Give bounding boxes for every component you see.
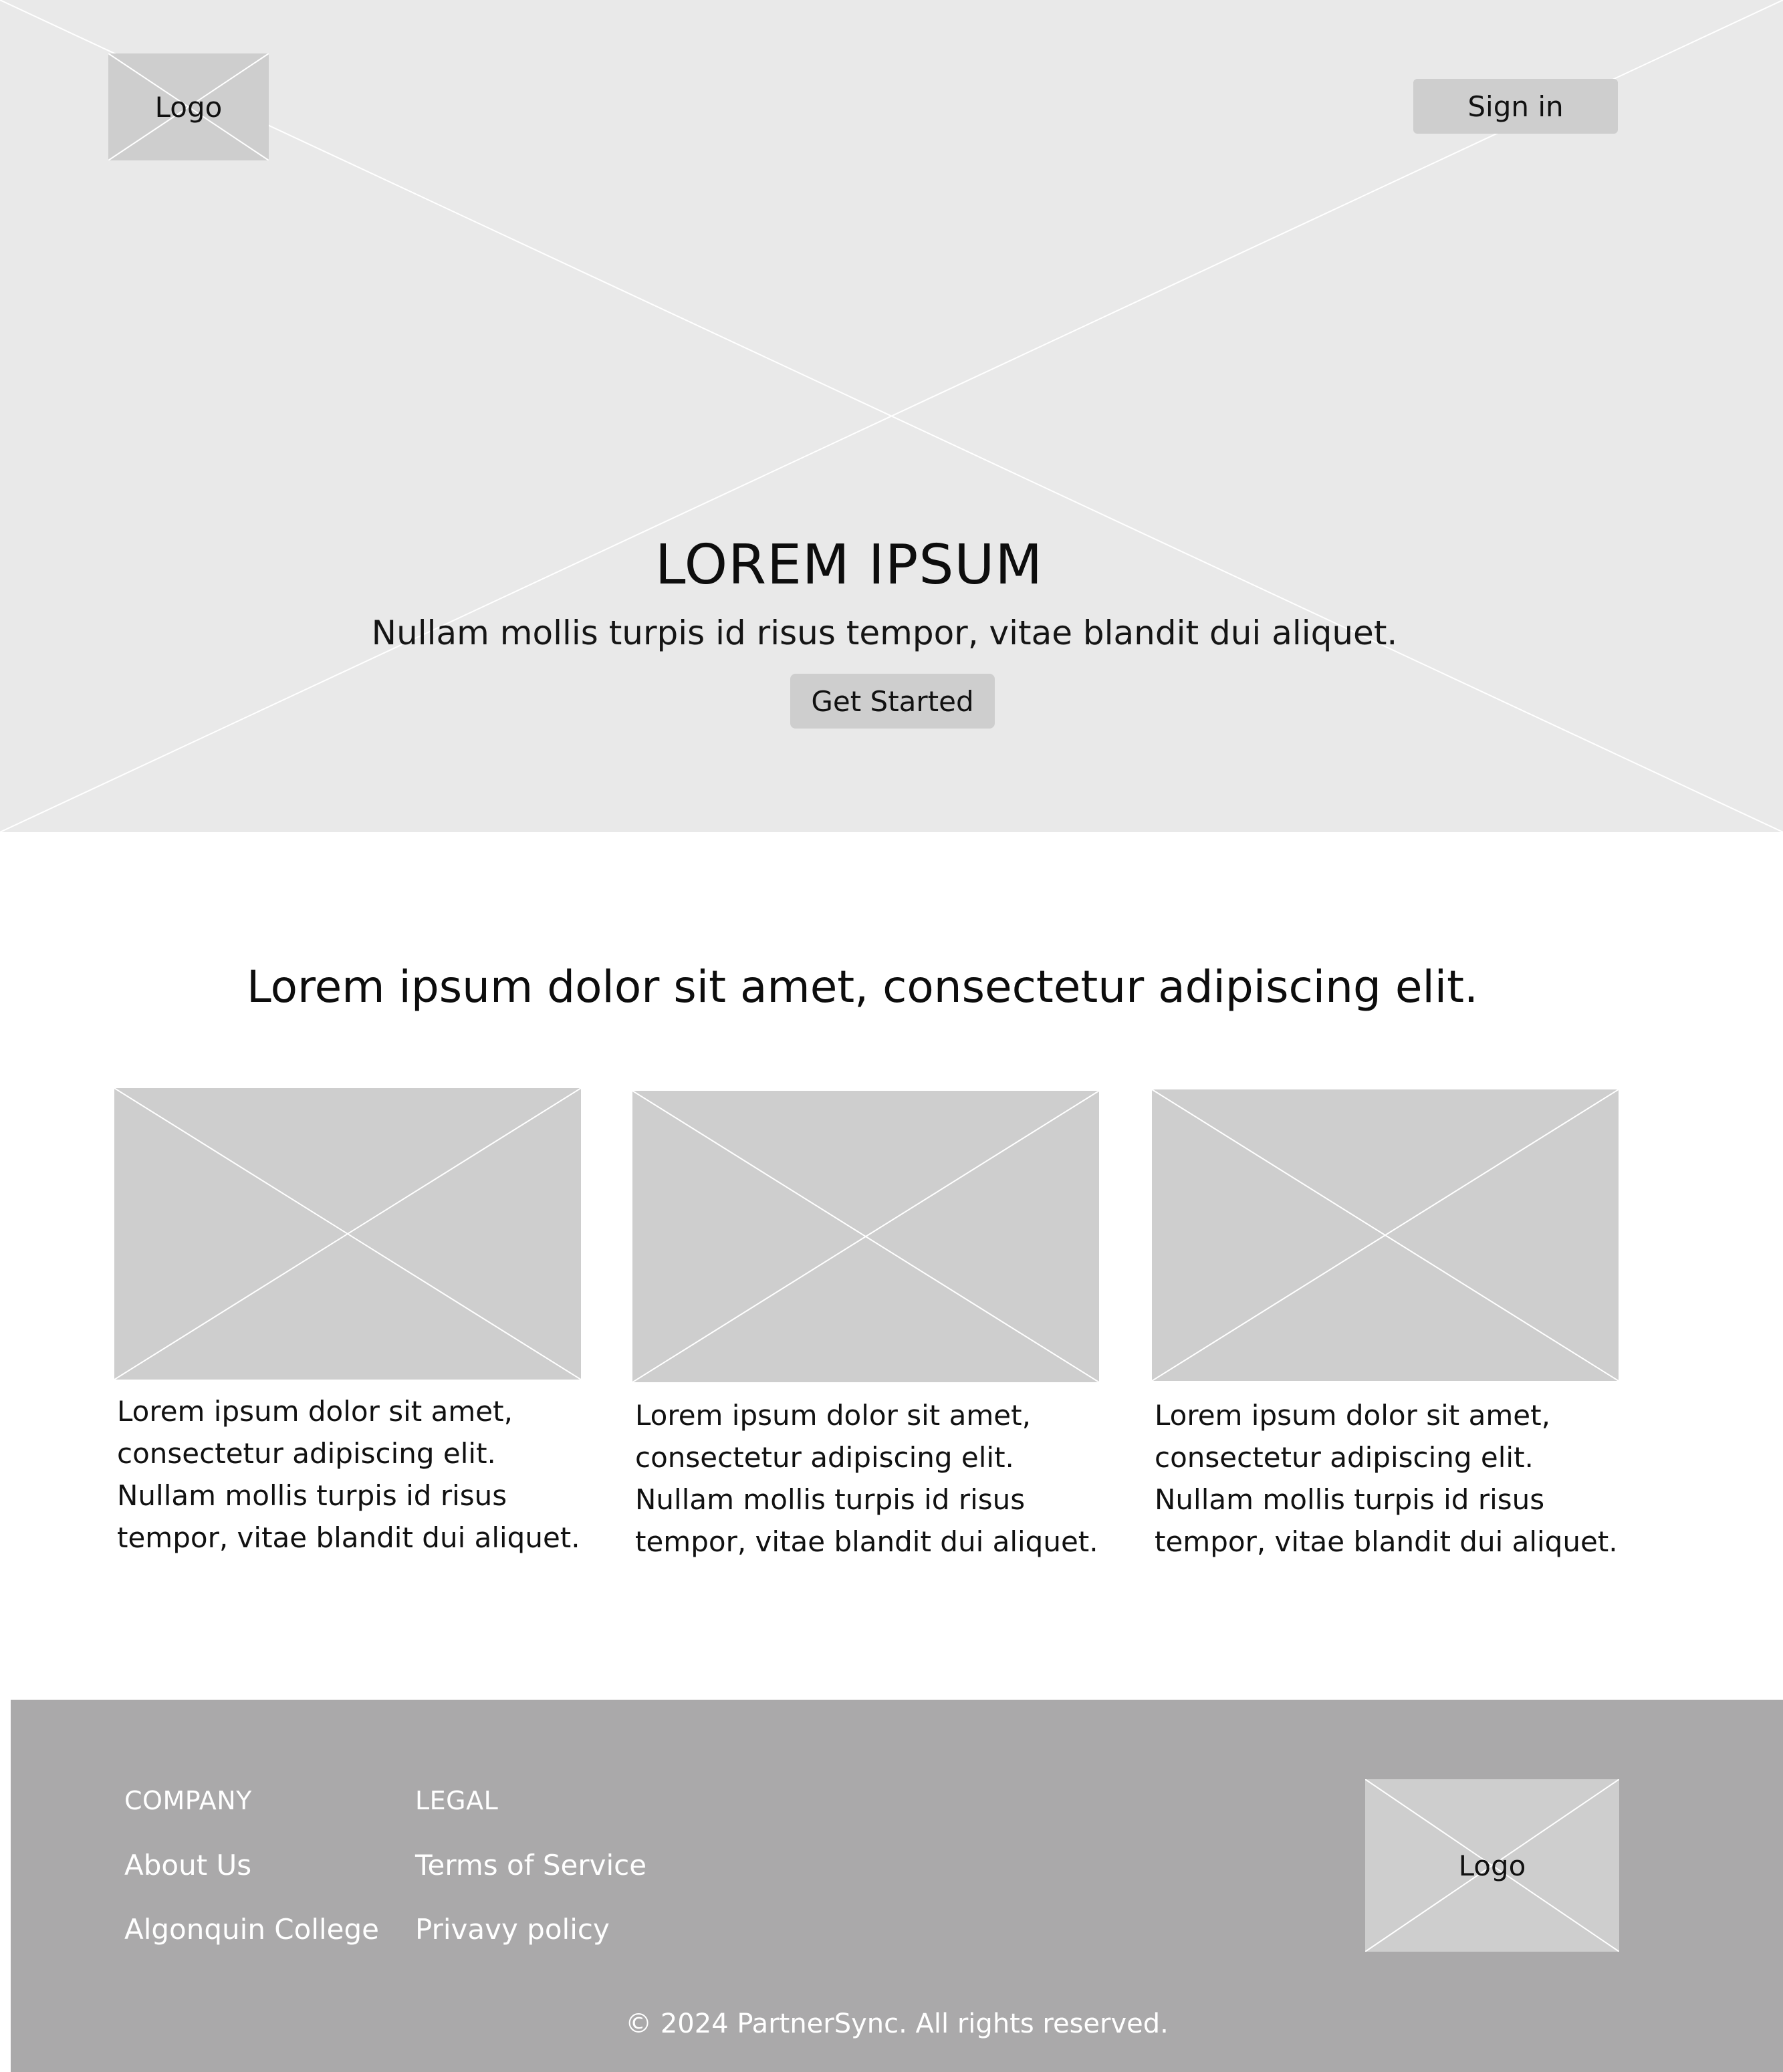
card-text-1: Lorem ipsum dolor sit amet, consectetur … [117,1390,585,1559]
footer-logo[interactable]: Logo [1365,1779,1619,1952]
sign-in-button[interactable]: Sign in [1413,79,1618,134]
footer-link-algonquin-college[interactable]: Algonquin College [124,1913,379,1946]
card-text-line: consectetur adipiscing elit. [635,1441,1014,1474]
card-text-3: Lorem ipsum dolor sit amet, consectetur … [1155,1394,1623,1563]
image-placeholder-cross [114,1088,581,1380]
copyright-text: © 2024 PartnerSync. All rights reserved. [625,2009,1169,2039]
card-text-line: tempor, vitae blandit dui aliquet. [635,1525,1098,1558]
card-text-line: Lorem ipsum dolor sit amet, [1155,1399,1550,1432]
hero-title: LOREM IPSUM [655,533,1044,597]
header-logo[interactable]: Logo [108,53,269,160]
card-text-line: consectetur adipiscing elit. [117,1437,496,1470]
hero-subtitle: Nullam mollis turpis id risus tempor, vi… [371,614,1398,652]
footer-company-title: COMPANY [124,1786,252,1815]
footer-legal-title: LEGAL [415,1786,499,1815]
card-text-line: tempor, vitae blandit dui aliquet. [1155,1525,1618,1558]
hero-section: Logo Sign in LOREM IPSUM Nullam mollis t… [0,0,1783,832]
card-text-line: consectetur adipiscing elit. [1155,1441,1534,1474]
features-heading: Lorem ipsum dolor sit amet, consectetur … [247,961,1478,1013]
footer-link-privacy-policy[interactable]: Privavy policy [415,1913,610,1946]
card-text-line: Nullam mollis turpis id risus [117,1479,507,1512]
card-image-2 [632,1091,1099,1382]
card-text-line: Lorem ipsum dolor sit amet, [635,1399,1031,1432]
footer-link-terms-of-service[interactable]: Terms of Service [415,1849,646,1882]
header-logo-label: Logo [154,90,223,124]
card-image-3 [1152,1089,1619,1381]
card-text-2: Lorem ipsum dolor sit amet, consectetur … [635,1394,1103,1563]
card-text-line: Nullam mollis turpis id risus [1155,1483,1545,1516]
image-placeholder-cross [632,1091,1099,1382]
get-started-button[interactable]: Get Started [790,674,995,729]
footer-link-about-us[interactable]: About Us [124,1849,251,1882]
image-placeholder-cross [1152,1089,1619,1381]
footer-logo-label: Logo [1458,1849,1526,1882]
card-text-line: tempor, vitae blandit dui aliquet. [117,1521,580,1554]
card-text-line: Nullam mollis turpis id risus [635,1483,1026,1516]
card-text-line: Lorem ipsum dolor sit amet, [117,1395,513,1428]
card-image-1 [114,1088,581,1380]
